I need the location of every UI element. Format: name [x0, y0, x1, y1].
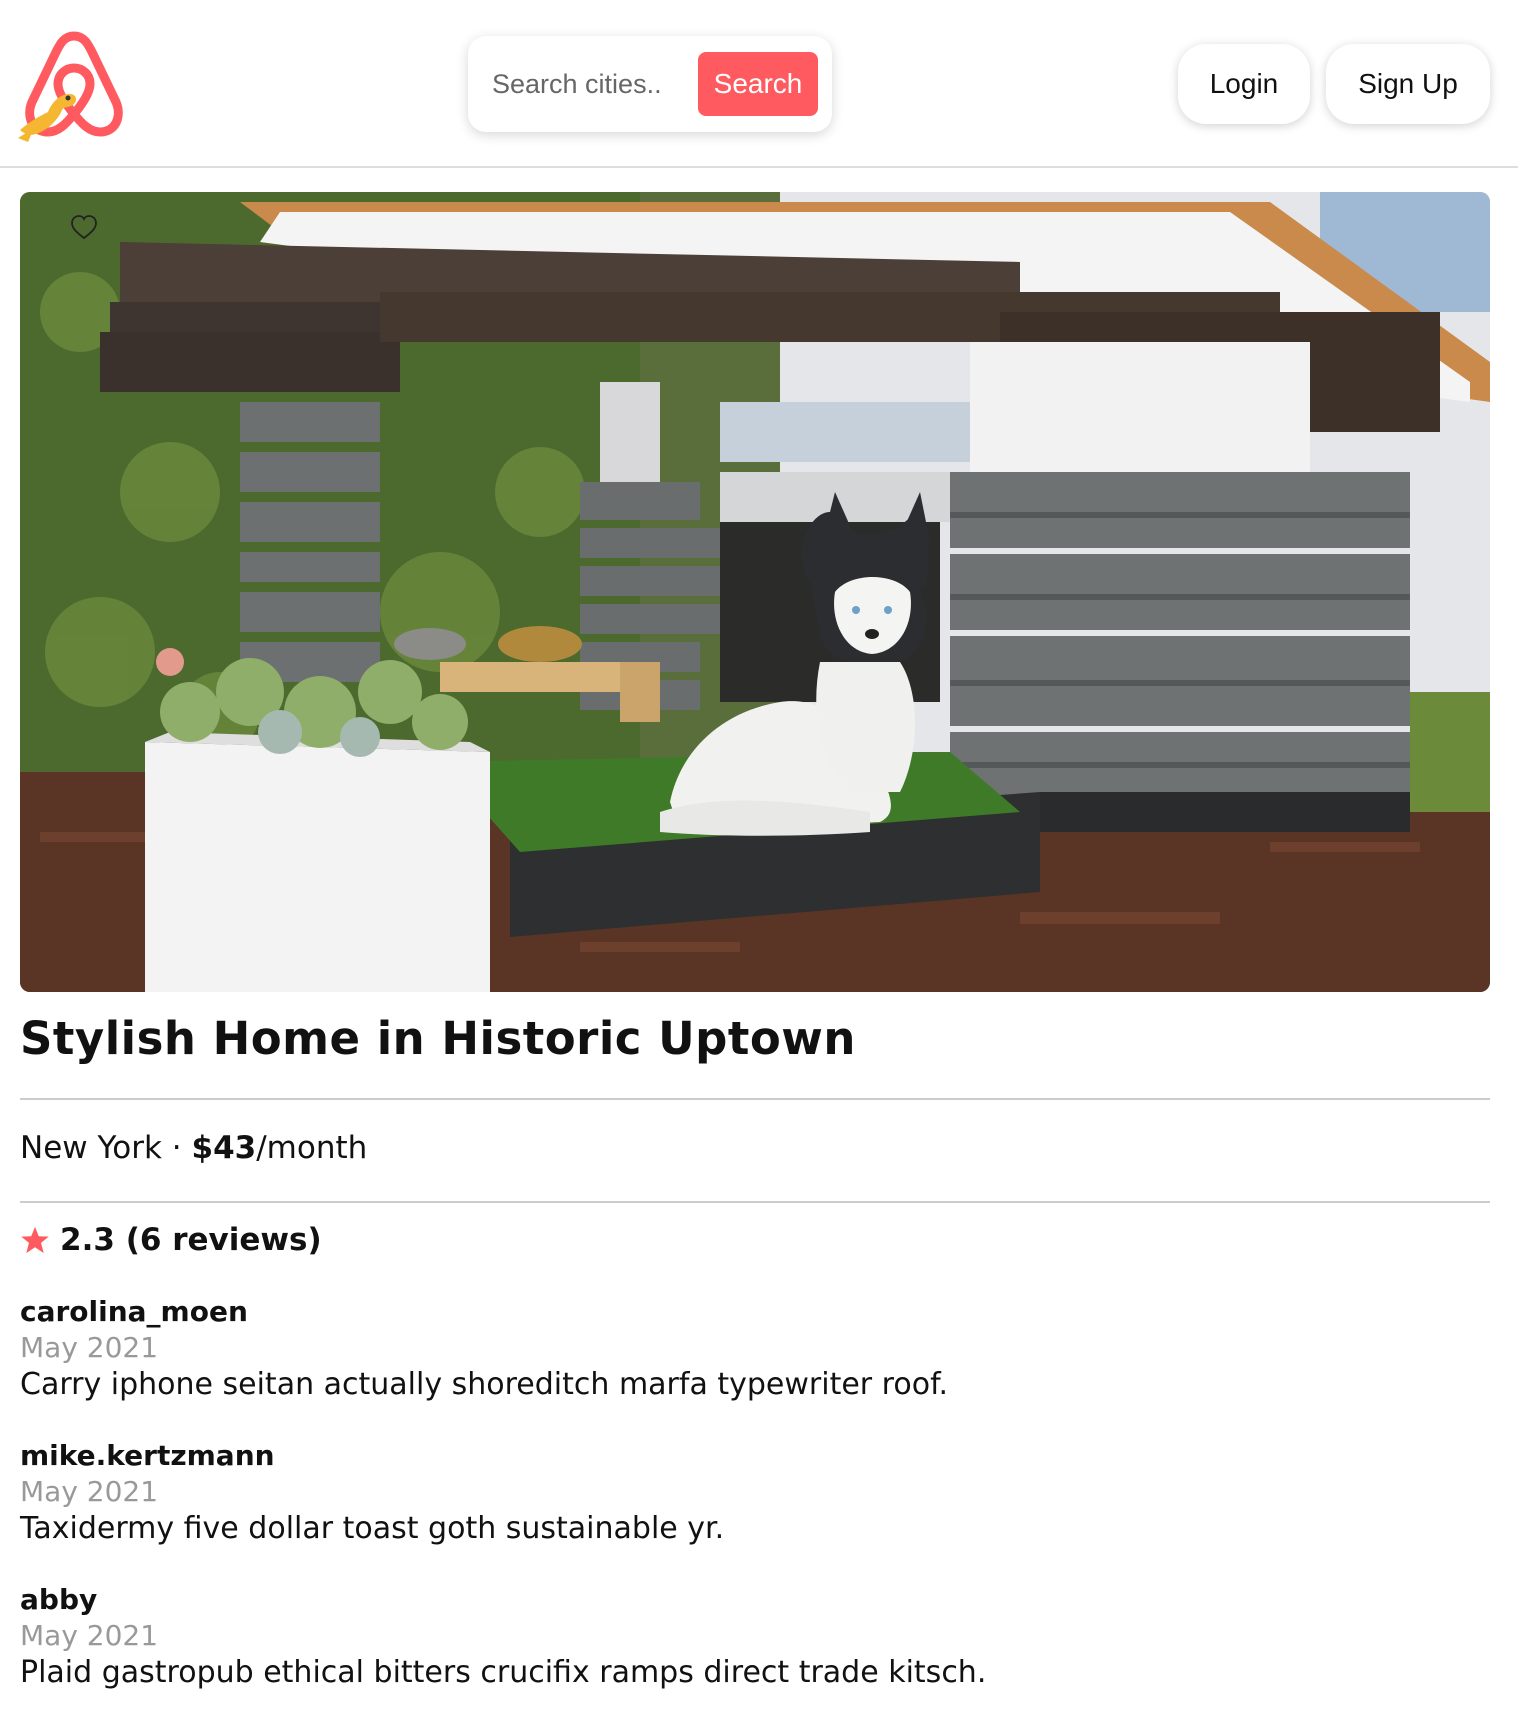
divider — [20, 1098, 1490, 1100]
meta-separator: · — [161, 1130, 192, 1166]
search-button[interactable]: Search — [698, 52, 818, 116]
review-date: May 2021 — [20, 1619, 159, 1652]
listing-price-unit: /month — [256, 1130, 368, 1166]
review-user: abby — [20, 1583, 98, 1616]
login-button[interactable]: Login — [1178, 44, 1310, 124]
search-bar: Search — [468, 36, 832, 132]
review-text: Carry iphone seitan actually shoreditch … — [20, 1367, 948, 1402]
listing-meta: New York · $43/month — [20, 1130, 367, 1166]
divider — [20, 1201, 1490, 1203]
star-icon — [21, 1226, 49, 1254]
signup-button[interactable]: Sign Up — [1326, 44, 1490, 124]
heart-icon[interactable] — [70, 214, 98, 242]
review-item: abby May 2021 Plaid gastropub ethical bi… — [20, 1582, 1480, 1692]
rating-label: 2.3 (6 reviews) — [60, 1222, 322, 1258]
review-user: mike.kertzmann — [20, 1439, 275, 1472]
review-text: Plaid gastropub ethical bitters crucifix… — [20, 1655, 987, 1690]
listing-photo[interactable] — [20, 192, 1490, 992]
review-date: May 2021 — [20, 1331, 159, 1364]
listing-rating: 2.3 (6 reviews) — [20, 1222, 322, 1258]
review-text: Taxidermy five dollar toast goth sustain… — [20, 1511, 725, 1546]
logo-icon[interactable] — [18, 30, 130, 142]
listing-price: $43 — [191, 1130, 257, 1166]
listing-title: Stylish Home in Historic Uptown — [20, 1012, 856, 1065]
review-item: mike.kertzmann May 2021 Taxidermy five d… — [20, 1438, 1480, 1548]
dog-house-photo — [20, 192, 1490, 992]
site-header: Search Login Sign Up — [0, 0, 1518, 168]
review-item: carolina_moen May 2021 Carry iphone seit… — [20, 1294, 1480, 1404]
review-user: carolina_moen — [20, 1295, 248, 1328]
review-date: May 2021 — [20, 1475, 159, 1508]
search-input[interactable] — [492, 60, 664, 108]
listing-city: New York — [20, 1130, 162, 1166]
